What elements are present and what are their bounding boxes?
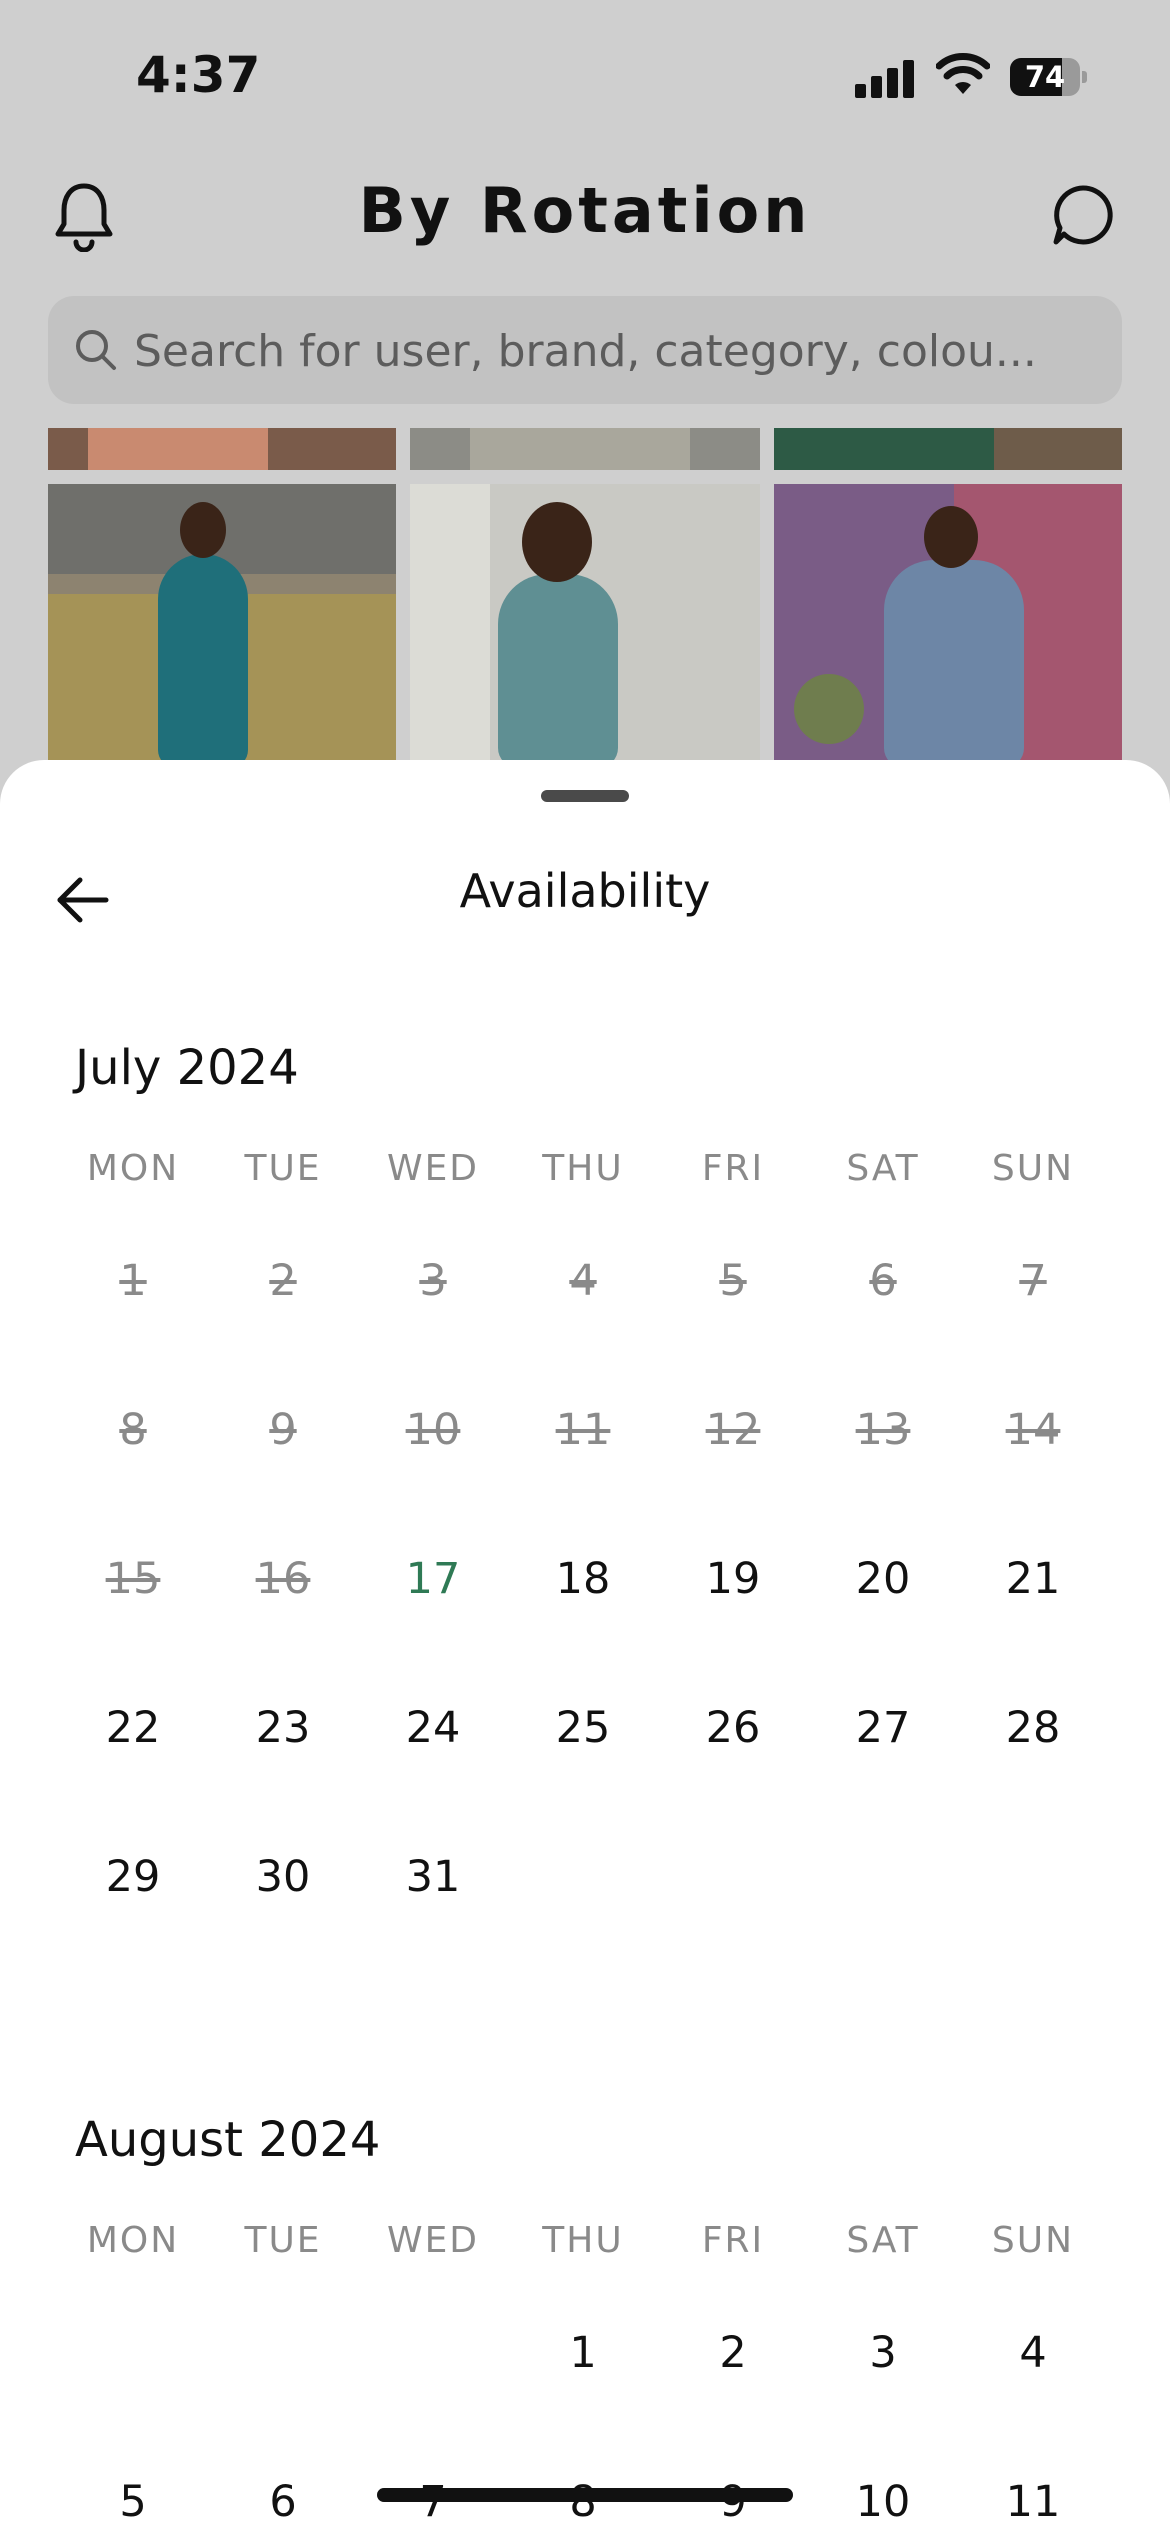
sheet-title: Availability xyxy=(459,864,711,918)
battery-percent: 74 xyxy=(1024,60,1066,94)
calendar-day: 3 xyxy=(419,1256,447,1306)
calendar-day: 4 xyxy=(569,1256,597,1306)
month-title: August 2024 xyxy=(75,2112,381,2168)
calendar-day[interactable]: 7 xyxy=(358,2477,508,2527)
weekday-label: THU xyxy=(542,1148,624,1189)
calendar-day[interactable]: 22 xyxy=(58,1703,208,1753)
calendar-day: 11 xyxy=(555,1405,611,1455)
month-title: July 2024 xyxy=(75,1040,299,1096)
calendar-day[interactable]: 1 xyxy=(508,2328,658,2378)
calendar-day[interactable]: 11 xyxy=(958,2477,1108,2527)
weekday-label: TUE xyxy=(244,1148,322,1189)
calendar-day[interactable]: 23 xyxy=(208,1703,358,1753)
calendar-day[interactable]: 18 xyxy=(508,1554,658,1604)
listing-photo[interactable] xyxy=(410,428,760,470)
search-icon xyxy=(76,330,116,370)
battery-icon: 74 xyxy=(1010,58,1088,96)
sheet-grabber[interactable] xyxy=(541,790,629,802)
listing-photo[interactable] xyxy=(48,428,396,470)
calendar-day[interactable]: 6 xyxy=(208,2477,358,2527)
calendar-day: 13 xyxy=(855,1405,911,1455)
weekday-label: MON xyxy=(86,1148,180,1189)
status-time: 4:37 xyxy=(136,46,261,104)
calendar-day: 16 xyxy=(255,1554,311,1604)
calendar-day[interactable]: 4 xyxy=(958,2328,1108,2378)
weekday-label: WED xyxy=(386,1148,480,1189)
calendar-day[interactable]: 25 xyxy=(508,1703,658,1753)
calendar-day[interactable]: 30 xyxy=(208,1852,358,1902)
calendar-day[interactable]: 28 xyxy=(958,1703,1108,1753)
weekday-label: SUN xyxy=(991,1148,1075,1189)
listing-photo[interactable] xyxy=(774,484,1122,768)
listing-photo[interactable] xyxy=(774,428,1122,470)
calendar-day: 15 xyxy=(105,1554,161,1604)
calendar-day[interactable]: 27 xyxy=(808,1703,958,1753)
cellular-signal-icon xyxy=(855,58,915,98)
weekday-label: MON xyxy=(86,2220,180,2261)
app-header: By Rotation xyxy=(0,160,1170,260)
chat-bubble-icon[interactable] xyxy=(1050,182,1116,248)
calendar-day: 6 xyxy=(869,1256,897,1306)
calendar-day[interactable]: 5 xyxy=(58,2477,208,2527)
calendar-day[interactable]: 2 xyxy=(658,2328,808,2378)
calendar-day[interactable]: 17 xyxy=(358,1554,508,1604)
calendar-day[interactable]: 31 xyxy=(358,1852,508,1902)
calendar-day[interactable]: 19 xyxy=(658,1554,808,1604)
weekday-label: FRI xyxy=(701,2220,765,2261)
weekday-label: THU xyxy=(542,2220,624,2261)
weekday-label: TUE xyxy=(244,2220,322,2261)
status-bar: 4:37 74 xyxy=(0,0,1170,150)
weekday-label: SAT xyxy=(846,2220,920,2261)
weekday-label: SAT xyxy=(846,1148,920,1189)
calendar-day: 8 xyxy=(119,1405,147,1455)
calendar-day: 9 xyxy=(269,1405,297,1455)
calendar-day: 5 xyxy=(719,1256,747,1306)
calendar-day[interactable]: 24 xyxy=(358,1703,508,1753)
calendar-day: 2 xyxy=(269,1256,297,1306)
listing-grid xyxy=(48,428,1122,768)
app-title: By Rotation xyxy=(358,174,812,247)
calendar-day[interactable]: 20 xyxy=(808,1554,958,1604)
search-bar[interactable] xyxy=(48,296,1122,404)
home-indicator xyxy=(377,2488,793,2502)
calendar-day[interactable]: 26 xyxy=(658,1703,808,1753)
weekday-label: WED xyxy=(386,2220,480,2261)
calendar-day[interactable]: 10 xyxy=(808,2477,958,2527)
calendar-day[interactable]: 3 xyxy=(808,2328,958,2378)
calendar-day: 14 xyxy=(1005,1405,1061,1455)
calendar-day[interactable]: 29 xyxy=(58,1852,208,1902)
listing-photo[interactable] xyxy=(48,484,396,768)
calendar-day[interactable]: 21 xyxy=(958,1554,1108,1604)
calendar-day: 7 xyxy=(1019,1256,1047,1306)
calendar-day: 1 xyxy=(119,1256,147,1306)
availability-sheet: Availability July 2024 MON TUE WED THU FRI SAT… xyxy=(0,760,1170,2532)
weekday-label: SUN xyxy=(991,2220,1075,2261)
calendar-day: 12 xyxy=(705,1405,761,1455)
calendar-day: 10 xyxy=(405,1405,461,1455)
calendar-day[interactable]: 9 xyxy=(658,2477,808,2527)
wifi-icon xyxy=(936,53,990,94)
search-input[interactable] xyxy=(132,314,1106,388)
listing-photo[interactable] xyxy=(410,484,760,768)
calendar-day[interactable]: 8 xyxy=(508,2477,658,2527)
weekday-label: FRI xyxy=(701,1148,765,1189)
